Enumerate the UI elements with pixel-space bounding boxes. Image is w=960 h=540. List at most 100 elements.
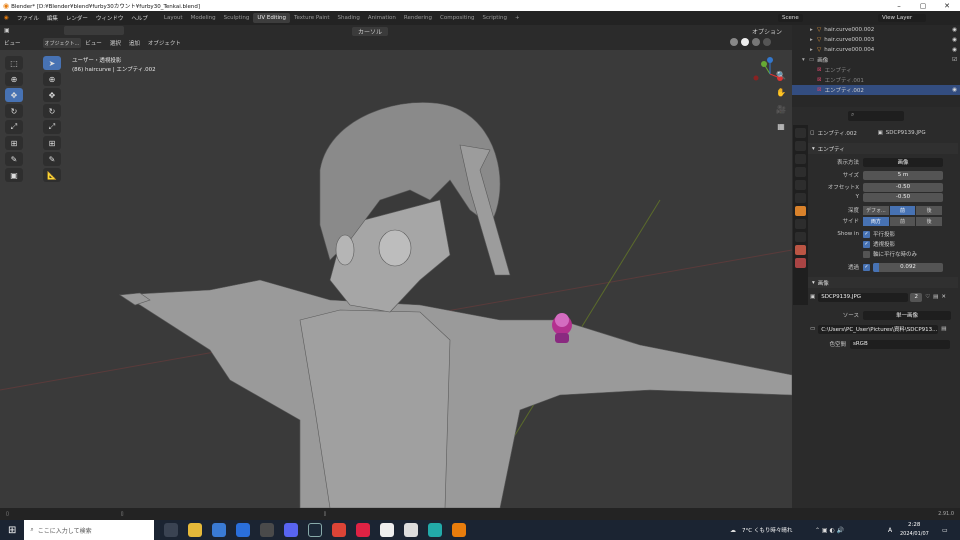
discord-icon[interactable] (284, 523, 299, 537)
image-name-field[interactable]: SDCP9139.JPG (818, 292, 909, 302)
fake-user-icon[interactable]: ♡ (925, 294, 930, 300)
task-view-icon[interactable] (164, 523, 179, 537)
menu-help[interactable]: ヘルプ (127, 14, 152, 22)
scene-selector[interactable]: Scene (778, 14, 803, 22)
clock-time[interactable]: 2:28 (908, 522, 920, 528)
add-workspace-button[interactable]: + (511, 13, 524, 23)
add-cube-tool-icon[interactable]: ▣ (5, 168, 23, 182)
filepath-field[interactable]: C:\Users\PC_User\Pictures\資料\SDCP913... (818, 324, 939, 334)
media-icon[interactable] (404, 523, 419, 537)
scene-tab-icon[interactable] (795, 180, 806, 190)
physics-tab-icon[interactable] (795, 219, 806, 229)
eye-icon[interactable]: ◉ (952, 87, 957, 93)
properties-search[interactable]: ⌕ (848, 111, 904, 121)
tray-icons[interactable]: ⌃ ▣ ◐ 🔊 (815, 527, 844, 534)
tab-animation[interactable]: Animation (364, 13, 400, 23)
output-tab-icon[interactable] (795, 154, 806, 164)
mode-selector[interactable]: オブジェクト... (42, 38, 82, 48)
menu-add[interactable]: 追加 (125, 39, 144, 47)
tab-sculpting[interactable]: Sculpting (220, 13, 254, 23)
transform-tool-2-icon[interactable]: ⊞ (43, 136, 61, 150)
eye-icon[interactable]: ◉ (952, 37, 957, 43)
tab-compositing[interactable]: Compositing (436, 13, 478, 23)
menu-object[interactable]: オブジェクト (144, 39, 185, 47)
weather-text[interactable]: 7°C くもり時々晴れ (742, 526, 792, 534)
menu-window[interactable]: ウィンドウ (92, 14, 128, 22)
editor-type-button[interactable]: ▣ (4, 27, 10, 34)
chat-icon[interactable] (428, 523, 443, 537)
image-users-count[interactable]: 2 (910, 292, 923, 302)
axis-aligned-checkbox[interactable] (863, 250, 870, 258)
menu-edit[interactable]: 編集 (43, 14, 62, 22)
annotate-tool-icon[interactable]: ✎ (5, 152, 23, 166)
world-tab-icon[interactable] (795, 193, 806, 203)
menu-render[interactable]: レンダー (62, 14, 92, 22)
rotate-tool-2-icon[interactable]: ↻ (43, 104, 61, 118)
menu-file[interactable]: ファイル (13, 14, 43, 22)
transform-tool-icon[interactable]: ⊞ (5, 136, 23, 150)
move-tool-2-icon[interactable]: ✥ (43, 88, 61, 102)
panel-image-header[interactable]: ▾ 画像 (808, 277, 958, 288)
tab-scripting[interactable]: Scripting (478, 13, 510, 23)
tab-rendering[interactable]: Rendering (400, 13, 436, 23)
zoom-icon[interactable]: 🔍 (774, 68, 788, 82)
outliner-row[interactable]: ▸ ▽ hair.curve000.004 ◉ (792, 45, 960, 55)
orthographic-checkbox[interactable]: ✓ (863, 230, 870, 238)
browse-folder-icon[interactable]: ▤ (941, 326, 946, 332)
transform-orientation[interactable]: カーソル (352, 27, 389, 36)
scale-tool-icon[interactable]: ⤢ (5, 120, 23, 134)
scale-tool-2-icon[interactable]: ⤢ (43, 120, 61, 134)
outliner-row[interactable]: ⊠ エンプティ (792, 65, 960, 75)
constraints-tab-icon[interactable] (795, 232, 806, 242)
tab-texture-paint[interactable]: Texture Paint (290, 13, 334, 23)
clock-date[interactable]: 2024/01/07 (900, 531, 929, 537)
editor-type-icon[interactable]: ◉ (0, 15, 13, 21)
shading-mode-buttons[interactable] (730, 38, 785, 48)
outliner-row[interactable]: ⊠ エンプティ.002 ◉ (792, 85, 960, 95)
cursor-tool-2-icon[interactable]: ⊕ (43, 72, 61, 86)
source-dropdown[interactable]: 単一画像 (863, 310, 951, 320)
move-tool-icon[interactable]: ✥ (5, 88, 23, 102)
object-tab-icon[interactable] (795, 206, 806, 216)
close-button[interactable]: ✕ (936, 0, 958, 11)
select-mode-buttons[interactable] (64, 26, 124, 35)
steam-icon[interactable] (308, 523, 323, 537)
unlink-icon[interactable]: ✕ (941, 294, 946, 300)
side-back-button[interactable]: 後 (916, 216, 943, 226)
eye-icon[interactable]: ◉ (952, 27, 957, 33)
panel-empty-header[interactable]: ▾ エンプティ (808, 143, 958, 154)
menu-select[interactable]: 選択 (106, 39, 125, 47)
depth-default-button[interactable]: デフォ... (863, 205, 889, 215)
app-icon[interactable] (212, 523, 227, 537)
outliner-row[interactable]: ⊠ エンプティ.001 (792, 75, 960, 85)
blender-taskbar-icon[interactable] (452, 523, 467, 537)
explorer-icon[interactable] (188, 523, 203, 537)
outliner-row[interactable]: ▸ ▽ hair.curve000.002 ◉ (792, 25, 960, 35)
3d-viewport[interactable]: ユーザー・透視投影 (86) haircurve | エンプティ.002 (0, 50, 792, 508)
menu-view-left[interactable]: ビュー (0, 39, 25, 47)
size-field[interactable]: 5 m (863, 170, 943, 180)
colorspace-dropdown[interactable]: sRGB (850, 339, 950, 349)
camera-icon[interactable]: 🎥 (774, 102, 788, 116)
rotate-tool-icon[interactable]: ↻ (5, 104, 23, 118)
depth-back-button[interactable]: 後 (916, 205, 943, 215)
itunes-icon[interactable] (356, 523, 371, 537)
outliner-row[interactable]: ▾ ▭ 画像 ☑ (792, 55, 960, 65)
display-dropdown[interactable]: 画像 (863, 157, 943, 167)
offset-x-field[interactable]: -0.50 (863, 182, 943, 192)
tab-uv-editing[interactable]: UV Editing (253, 13, 291, 23)
measure-tool-icon[interactable]: 📐 (43, 168, 61, 182)
mail-icon[interactable] (236, 523, 251, 537)
menu-view[interactable]: ビュー (81, 39, 106, 47)
grid-icon[interactable]: ▦ (774, 119, 788, 133)
open-folder-icon[interactable]: ▤ (933, 294, 938, 300)
minimize-button[interactable]: – (888, 0, 910, 11)
tab-modeling[interactable]: Modeling (187, 13, 220, 23)
view-layer-selector[interactable]: View Layer (878, 14, 926, 22)
ime-indicator[interactable]: A (888, 527, 892, 534)
opacity-slider[interactable]: 0.092 (873, 262, 943, 272)
notification-icon[interactable]: ▭ (942, 527, 948, 534)
data-tab-icon[interactable] (795, 245, 806, 255)
data-name[interactable]: SDCP9139.JPG (886, 130, 926, 136)
side-front-button[interactable]: 前 (889, 216, 916, 226)
